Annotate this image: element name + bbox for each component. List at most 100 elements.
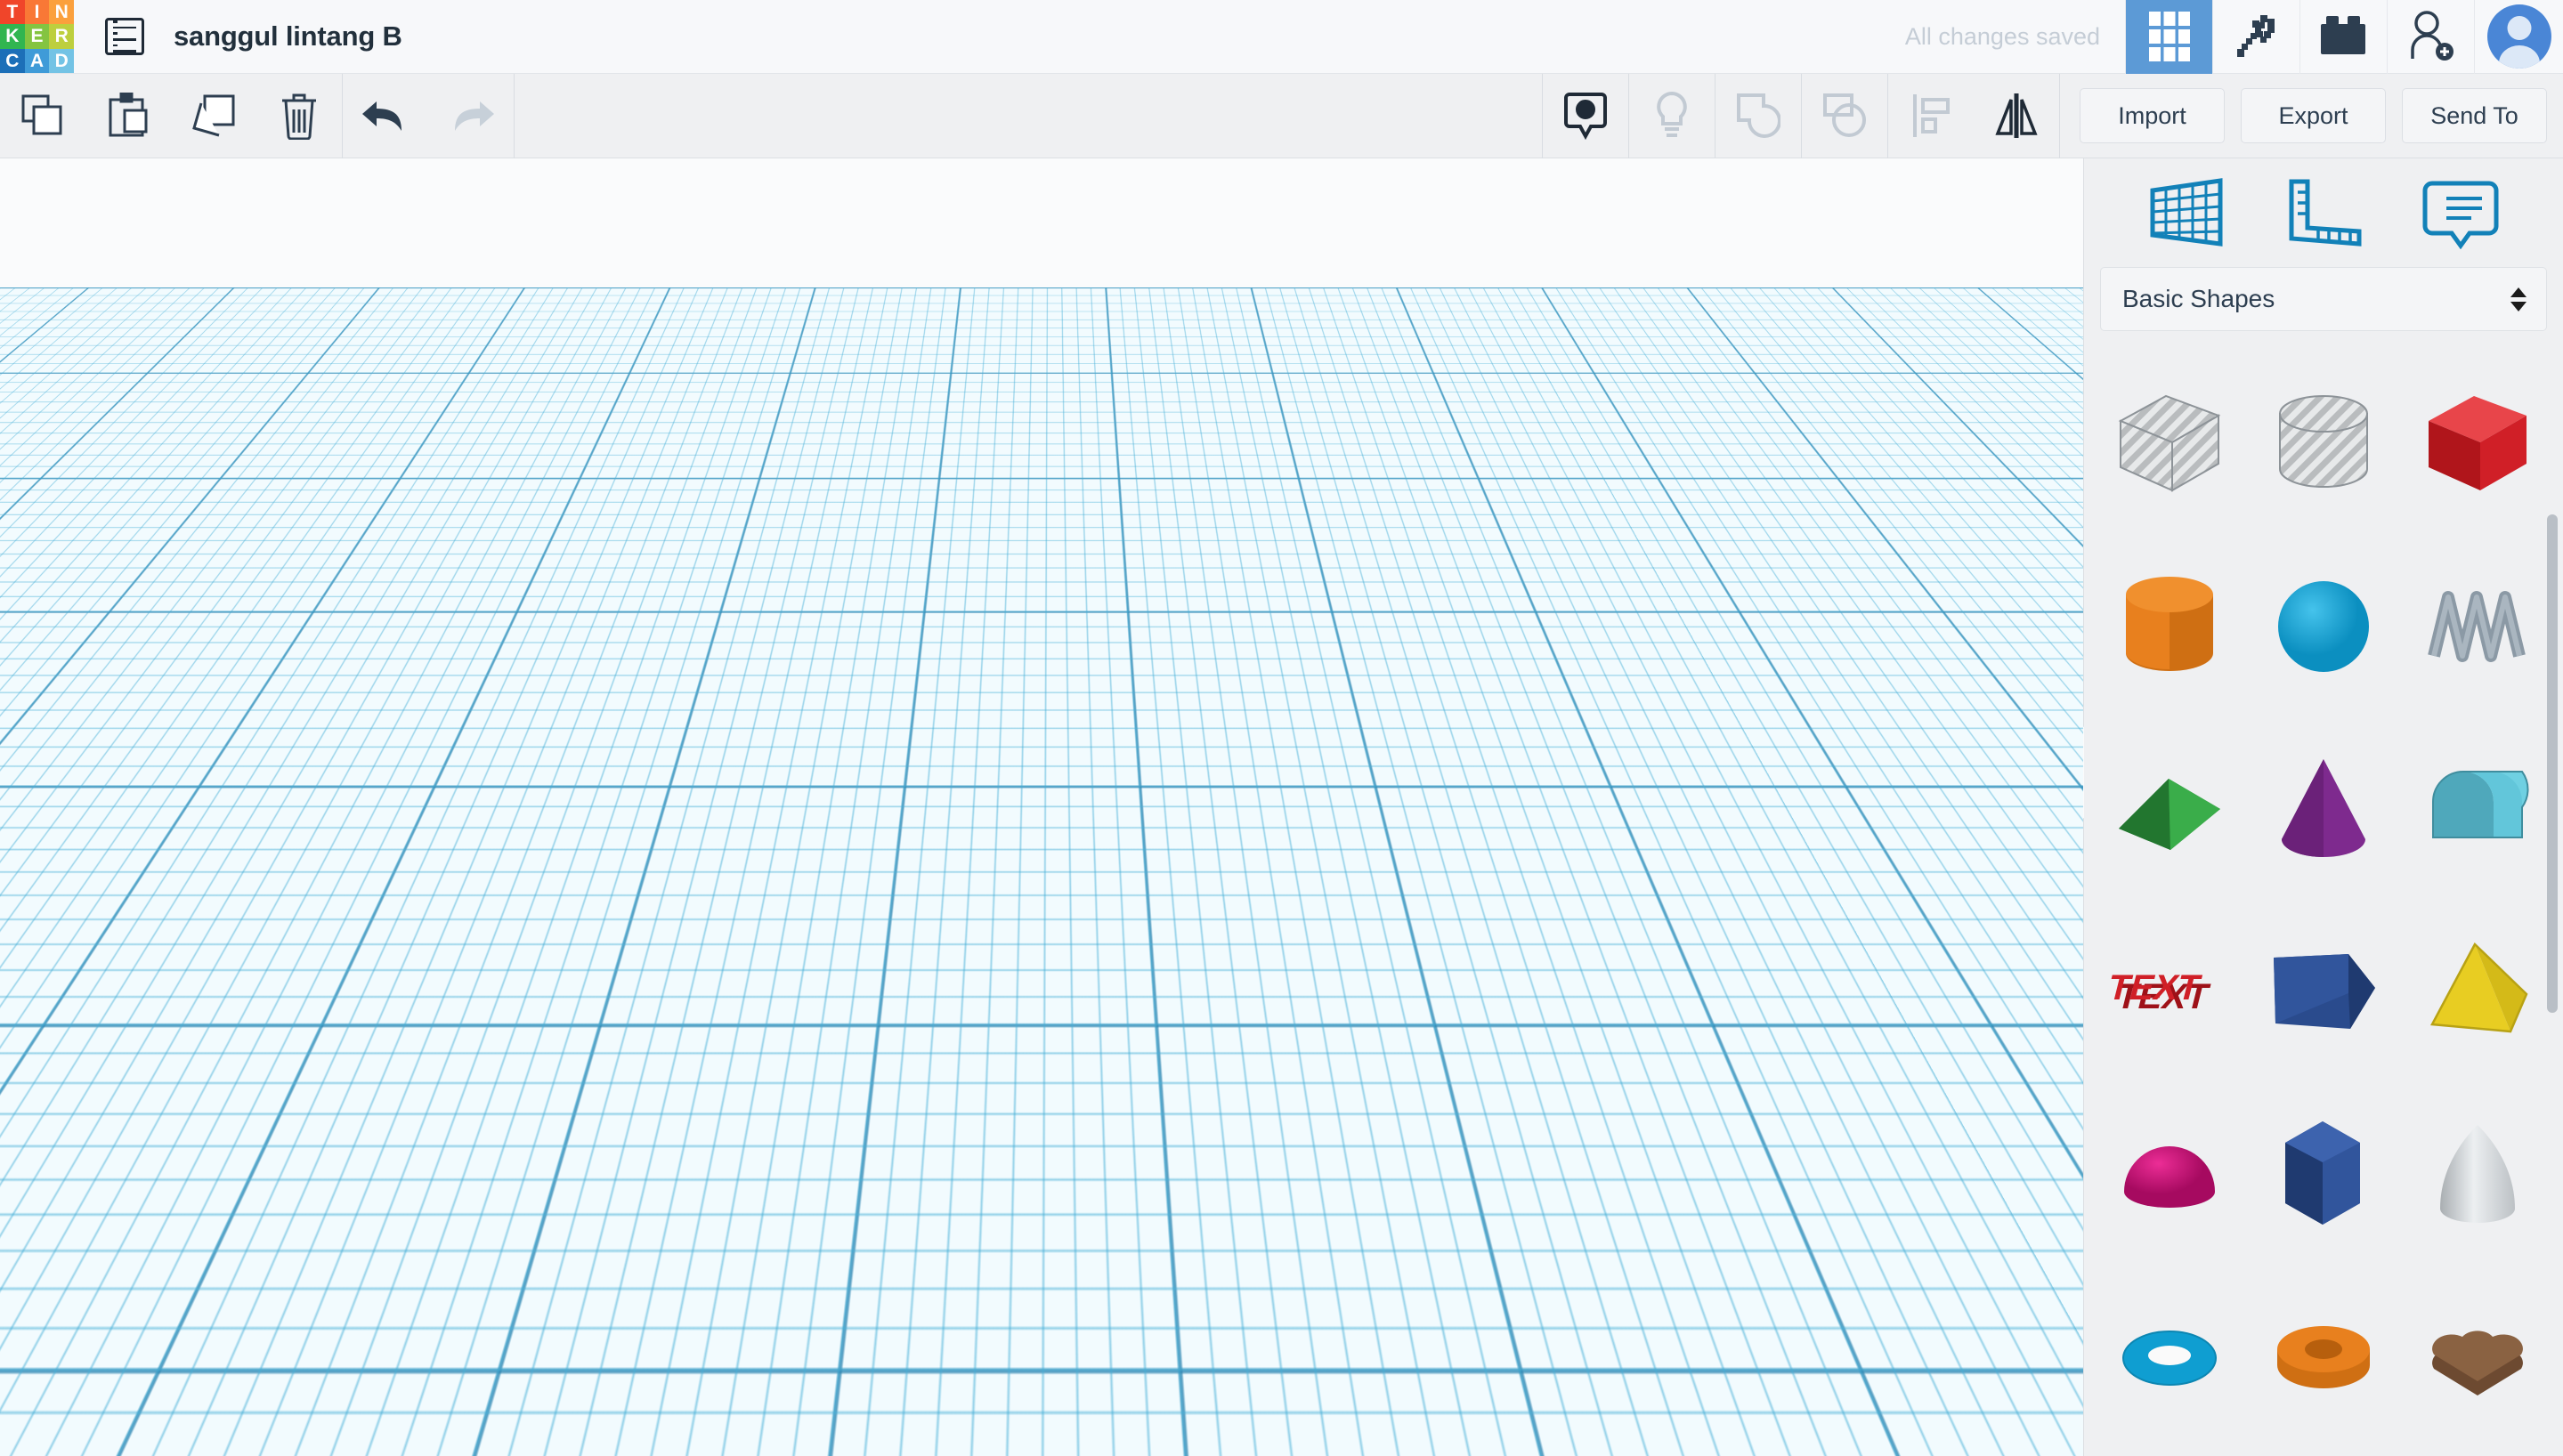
logo-tile-r: R xyxy=(49,24,74,49)
duplicate-button[interactable] xyxy=(171,74,256,158)
mirror-flip-icon xyxy=(1992,93,2040,139)
zoom-out-button[interactable] xyxy=(36,646,94,705)
shape-cylinder-hole[interactable] xyxy=(2247,352,2401,535)
toolbar-divider xyxy=(2059,73,2060,158)
unlock-icon[interactable] xyxy=(1938,400,1968,435)
sidebar-collapse-button[interactable] xyxy=(2054,726,2084,819)
group-shapes-icon xyxy=(1736,93,1780,139)
workplane-grid xyxy=(0,158,2083,287)
import-button[interactable]: Import xyxy=(2080,88,2225,143)
show-hide-button[interactable] xyxy=(1543,74,1628,158)
copy-icon xyxy=(20,93,65,138)
send-to-button[interactable]: Send To xyxy=(2402,88,2547,143)
shape-box-hole[interactable] xyxy=(2093,352,2247,535)
shape-scribble[interactable] xyxy=(2400,535,2554,717)
home-view-button[interactable] xyxy=(36,421,94,480)
rotate-handle-top xyxy=(940,530,1013,548)
redo-button[interactable] xyxy=(428,74,514,158)
stepper-down-icon xyxy=(2510,301,2527,311)
hole-swatch[interactable] xyxy=(1745,400,1791,446)
delete-button[interactable] xyxy=(256,74,342,158)
shape-torus[interactable] xyxy=(2093,1265,2247,1447)
workplane-icon[interactable] xyxy=(2145,176,2227,249)
shape-pyramid[interactable] xyxy=(2400,900,2554,1082)
mode-blocks-button[interactable] xyxy=(2125,0,2212,74)
design-title-row: sanggul lintang B xyxy=(74,18,402,55)
logo-tile-t: T xyxy=(0,0,25,25)
chevron-right-icon xyxy=(2062,757,2078,788)
lightbulb-icon[interactable] xyxy=(2002,400,2029,435)
logo-tile-d: D xyxy=(49,48,74,74)
lego-brick-icon xyxy=(2320,16,2367,57)
shape-text[interactable]: TEXT TEXT xyxy=(2093,900,2247,1082)
shape-half-cylinder[interactable] xyxy=(2400,717,2554,900)
invite-person-icon xyxy=(2407,11,2455,62)
shape-hexagonal-prism[interactable] xyxy=(2247,1082,2401,1265)
invite-person-button[interactable] xyxy=(2387,0,2474,74)
undo-arrow-icon xyxy=(361,96,410,135)
zoom-in-icon xyxy=(51,586,79,615)
shape-panel-title: Box xyxy=(1681,357,1732,386)
panel-collapse-button[interactable] xyxy=(1594,343,1658,478)
designs-list-icon[interactable] xyxy=(105,18,144,55)
caret-down-icon xyxy=(1608,400,1642,420)
paste-button[interactable] xyxy=(85,74,171,158)
lightbulb-icon xyxy=(1653,91,1691,141)
note-icon[interactable] xyxy=(2420,176,2502,249)
shape-cone[interactable] xyxy=(2247,717,2401,900)
shape-half-sphere[interactable] xyxy=(2093,1082,2247,1265)
shape-library-select[interactable]: Basic Shapes xyxy=(2100,267,2547,331)
group-button[interactable] xyxy=(1715,74,1801,158)
account-menu-button[interactable] xyxy=(2474,0,2563,74)
ruler-icon[interactable] xyxy=(2283,176,2364,249)
blocks-grid-icon xyxy=(2148,12,2190,61)
zoom-in-button[interactable] xyxy=(36,571,94,630)
blue-box[interactable] xyxy=(766,417,1371,1137)
tinkercad-logo[interactable]: TINKERCAD xyxy=(0,0,74,74)
align-button[interactable] xyxy=(1888,74,1974,158)
zoom-out-icon xyxy=(51,670,79,681)
shape-wedge[interactable] xyxy=(2247,900,2401,1082)
logo-tile-k: K xyxy=(0,24,25,49)
ortho-perspective-button[interactable] xyxy=(36,721,94,780)
fit-to-view-icon xyxy=(51,512,79,540)
top-bar: TINKERCAD sanggul lintang B All changes … xyxy=(0,0,2563,74)
show-hide-eye-icon xyxy=(1564,91,1607,141)
shape-box[interactable] xyxy=(2400,352,2554,535)
hint-button[interactable] xyxy=(1629,74,1715,158)
shape-roof[interactable] xyxy=(2093,717,2247,900)
ungroup-button[interactable] xyxy=(1802,74,1887,158)
copy-button[interactable] xyxy=(0,74,85,158)
solid-swatch[interactable] xyxy=(1681,400,1727,446)
mode-lego-button[interactable] xyxy=(2299,0,2387,74)
shape-sphere[interactable] xyxy=(2247,535,2401,717)
duplicate-icon xyxy=(191,93,237,139)
fit-to-view-button[interactable] xyxy=(36,497,94,555)
shape-paraboloid[interactable] xyxy=(2400,1082,2554,1265)
3d-viewport[interactable]: TOP FRONT Box xyxy=(0,158,2083,1456)
sidebar-scrollbar-thumb[interactable] xyxy=(2547,514,2558,1013)
mode-minecraft-button[interactable] xyxy=(2212,0,2299,74)
shape-tube[interactable] xyxy=(2247,1265,2401,1447)
logo-tile-n: N xyxy=(49,0,74,25)
stepper-up-icon xyxy=(2510,287,2527,297)
shape-cylinder[interactable] xyxy=(2093,535,2247,717)
red-star-cutout-plate[interactable] xyxy=(182,692,752,1155)
ungroup-shapes-icon xyxy=(1822,93,1867,139)
shape-library-value: Basic Shapes xyxy=(2122,285,2275,312)
edit-toolbar: Import Export Send To xyxy=(0,73,2563,158)
shape-property-panel[interactable]: Box xyxy=(1594,343,2052,478)
export-button[interactable]: Export xyxy=(2241,88,2386,143)
undo-button[interactable] xyxy=(343,74,428,158)
rotate-handle-bottom xyxy=(940,1080,1013,1098)
logo-tile-c: C xyxy=(0,48,25,74)
home-view-icon xyxy=(50,436,80,465)
shape-heart[interactable] xyxy=(2400,1265,2554,1447)
ortho-perspective-icon xyxy=(50,734,80,766)
mirror-button[interactable] xyxy=(1974,74,2059,158)
design-title[interactable]: sanggul lintang B xyxy=(174,20,402,53)
height-handle xyxy=(965,502,988,526)
logo-tile-e: E xyxy=(24,24,50,49)
sidebar-tool-icons xyxy=(2084,158,2563,267)
logo-tile-i: I xyxy=(24,0,50,25)
